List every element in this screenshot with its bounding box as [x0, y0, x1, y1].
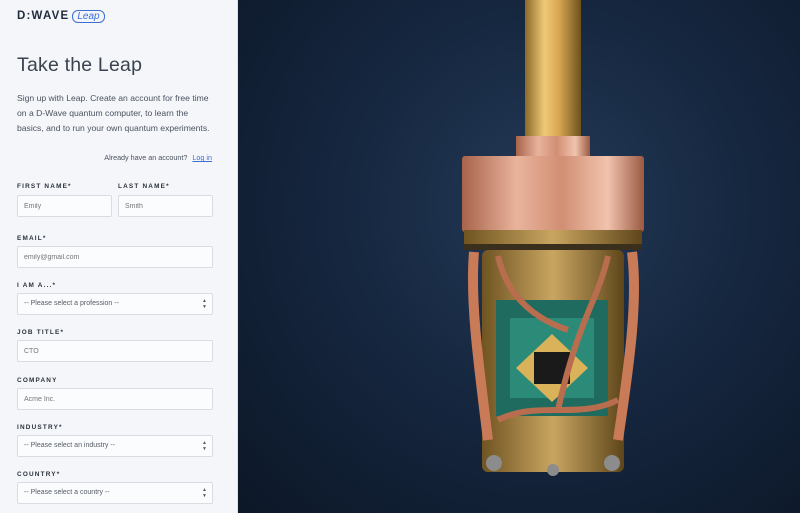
select-arrows-icon: ▲ ▼	[202, 487, 207, 499]
country-select[interactable]: -- Please select a country -- ▲ ▼	[17, 482, 213, 504]
country-select-value: -- Please select a country --	[24, 489, 110, 496]
industry-select[interactable]: -- Please select an industry -- ▲ ▼	[17, 435, 213, 457]
industry-select-value: -- Please select an industry --	[24, 442, 116, 449]
profession-select-value: -- Please select a profession --	[24, 300, 119, 307]
login-link[interactable]: Log in	[192, 153, 212, 162]
dwave-leap-logo[interactable]: D:WAVE Leap	[17, 9, 105, 23]
email-label: EMAIL*	[17, 235, 47, 242]
email-field[interactable]	[17, 246, 213, 268]
page-title: Take the Leap	[17, 54, 143, 76]
profession-label: I AM A...*	[17, 282, 57, 289]
signup-panel: D:WAVE Leap Take the Leap Sign up with L…	[0, 0, 238, 513]
job-title-label: JOB TITLE*	[17, 329, 65, 336]
intro-text: Sign up with Leap. Create an account for…	[17, 93, 210, 133]
job-title-field[interactable]	[17, 340, 213, 362]
last-name-field[interactable]	[118, 195, 213, 217]
country-label: COUNTRY*	[17, 471, 61, 478]
select-arrows-icon: ▲ ▼	[202, 298, 207, 310]
first-name-field[interactable]	[17, 195, 112, 217]
login-prompt: Already have an account? Log in	[104, 153, 212, 162]
quantum-processor-image	[462, 0, 644, 476]
select-arrows-icon: ▲ ▼	[202, 440, 207, 452]
profession-select[interactable]: -- Please select a profession -- ▲ ▼	[17, 293, 213, 315]
logo-product: Leap	[72, 9, 105, 23]
logo-brand: D:WAVE	[17, 10, 70, 22]
company-field[interactable]	[17, 388, 213, 410]
company-label: COMPANY	[17, 377, 58, 384]
industry-label: INDUSTRY*	[17, 424, 63, 431]
last-name-label: LAST NAME*	[118, 183, 170, 190]
login-prompt-text: Already have an account?	[104, 153, 188, 162]
hero-image	[238, 0, 800, 513]
first-name-label: FIRST NAME*	[17, 183, 72, 190]
